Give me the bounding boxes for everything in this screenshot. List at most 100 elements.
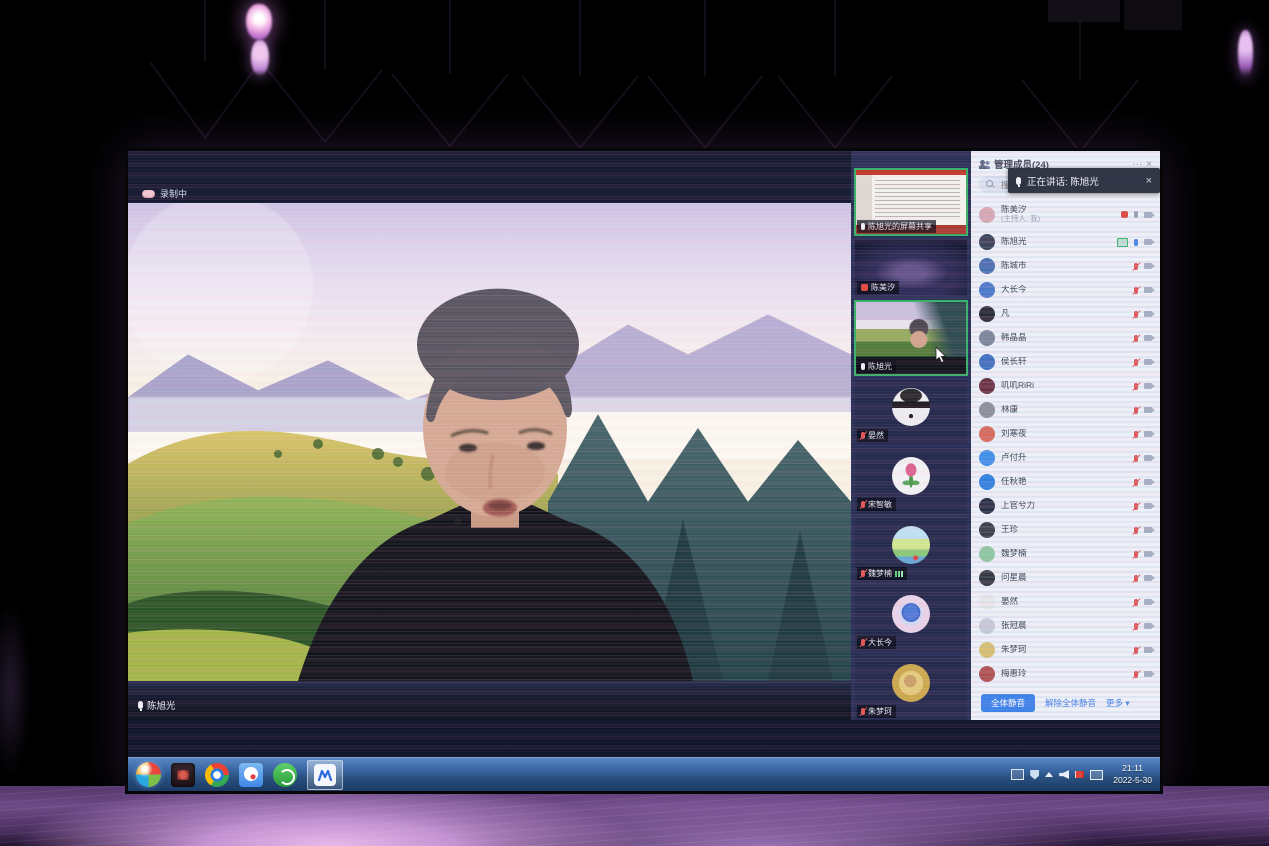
video-thumbnail[interactable]: 朱梦珂 bbox=[855, 656, 967, 720]
thumbnail-label: 陈旭光 bbox=[857, 360, 896, 373]
speaking-toast: 正在讲话: 陈旭光 × bbox=[1008, 168, 1160, 193]
participant-row[interactable]: 韩晶晶 bbox=[979, 326, 1152, 350]
video-thumbnail[interactable]: 晏然 bbox=[855, 380, 967, 444]
participant-avatar bbox=[979, 282, 995, 298]
camera-status-icon bbox=[1144, 527, 1152, 533]
stage-lamp-left-bottom bbox=[251, 40, 269, 76]
mic-status-icon bbox=[1134, 527, 1138, 534]
participant-row[interactable]: 王珍 bbox=[979, 518, 1152, 542]
notification-flag-icon[interactable] bbox=[1075, 771, 1084, 778]
camera-status-icon bbox=[1144, 575, 1152, 581]
close-icon[interactable]: × bbox=[1146, 175, 1152, 187]
chevron-down-icon: ▾ bbox=[1125, 698, 1129, 708]
panel-footer: 全体静音 解除全体静音 更多 ▾ bbox=[971, 688, 1160, 720]
video-thumbnail[interactable]: 大长今 bbox=[855, 587, 967, 651]
participant-row[interactable]: 魏梦楠 bbox=[979, 542, 1152, 566]
participant-name: 魏梦楠 bbox=[868, 568, 892, 579]
mic-status-icon bbox=[861, 570, 865, 577]
video-thumbnail[interactable]: 魏梦楠 bbox=[855, 518, 967, 582]
network-icon[interactable] bbox=[1090, 770, 1103, 780]
participant-name: 陈旭光 bbox=[868, 361, 892, 372]
main-video bbox=[128, 203, 851, 681]
participant-name: 张冠晨 bbox=[1001, 621, 1128, 631]
people-icon bbox=[979, 160, 990, 169]
windows-taskbar: 21:11 2022-5-30 bbox=[128, 757, 1160, 791]
active-speaker-label: 陈旭光 bbox=[138, 698, 176, 712]
show-hidden-icons[interactable] bbox=[1045, 772, 1053, 777]
participant-row[interactable]: 刘寒夜 bbox=[979, 422, 1152, 446]
security-app-icon[interactable] bbox=[273, 763, 297, 787]
participant-row[interactable]: 上官兮力 bbox=[979, 494, 1152, 518]
participant-name: 凡 bbox=[1001, 309, 1128, 319]
participant-avatar bbox=[892, 595, 930, 633]
participant-row[interactable]: 陈城市 bbox=[979, 254, 1152, 278]
video-thumbnail[interactable]: 陈旭光 bbox=[855, 301, 967, 375]
participant-row[interactable]: 朱梦珂 bbox=[979, 638, 1152, 662]
volume-icon[interactable] bbox=[1059, 770, 1069, 779]
mute-all-button[interactable]: 全体静音 bbox=[981, 694, 1035, 712]
participant-name: 宋智敏 bbox=[868, 499, 892, 510]
taskbar-apps bbox=[136, 760, 343, 790]
participant-name: 陈美汐 bbox=[871, 282, 895, 293]
video-thumbnail[interactable]: 陈旭光的屏幕共享 bbox=[855, 169, 967, 235]
participant-name: 刘寒夜 bbox=[1001, 429, 1128, 439]
mic-status-icon bbox=[1134, 647, 1138, 654]
chrome-icon[interactable] bbox=[205, 763, 229, 787]
participant-row[interactable]: 陈美汐 (主持人, 我) bbox=[979, 199, 1152, 230]
mic-status-icon bbox=[1134, 211, 1138, 218]
participant-row[interactable]: 晏然 bbox=[979, 590, 1152, 614]
mic-status-icon bbox=[1134, 335, 1138, 342]
taskbar-clock[interactable]: 21:11 2022-5-30 bbox=[1113, 763, 1152, 785]
mic-status-icon bbox=[1134, 599, 1138, 606]
participant-row[interactable]: 任秋艳 bbox=[979, 470, 1152, 494]
participant-row[interactable]: 陈旭光 bbox=[979, 230, 1152, 254]
participant-name: 叽叽RiRi bbox=[1001, 381, 1128, 391]
camera-status-icon bbox=[1144, 503, 1152, 509]
media-player-icon[interactable] bbox=[171, 763, 195, 787]
participant-row[interactable]: 凡 bbox=[979, 302, 1152, 326]
thumbnail-label: 宋智敏 bbox=[857, 498, 896, 511]
thumbnail-label: 陈旭光的屏幕共享 bbox=[857, 220, 936, 233]
video-thumbnail[interactable]: 宋智敏 bbox=[855, 449, 967, 513]
participant-avatar bbox=[979, 402, 995, 418]
participant-avatar bbox=[979, 330, 995, 346]
tencent-qq-icon[interactable] bbox=[239, 763, 263, 787]
meeting-window: 28* *** *64 录制中 bbox=[125, 148, 1163, 794]
network-signal-icon bbox=[895, 571, 903, 577]
stage-equipment bbox=[1124, 0, 1182, 30]
unmute-all-button[interactable]: 解除全体静音 bbox=[1045, 697, 1096, 709]
screen-share-status-icon bbox=[1121, 211, 1128, 218]
video-thumbnail[interactable]: 陈美汐 bbox=[855, 240, 967, 296]
security-shield-icon[interactable] bbox=[1030, 770, 1039, 780]
thumbnail-label: 陈美汐 bbox=[857, 281, 899, 294]
tencent-meeting-taskbar-button[interactable] bbox=[307, 760, 343, 790]
mic-status-icon bbox=[1134, 671, 1138, 678]
participant-avatar bbox=[979, 378, 995, 394]
screen-share-status-icon bbox=[1117, 238, 1128, 247]
windows-start-icon[interactable] bbox=[136, 762, 161, 787]
mic-status-icon bbox=[1134, 551, 1138, 558]
camera-status-icon bbox=[1144, 479, 1152, 485]
participant-avatar bbox=[979, 474, 995, 490]
participant-name: 大长今 bbox=[868, 637, 892, 648]
search-icon bbox=[986, 180, 995, 189]
mic-status-icon bbox=[1134, 407, 1138, 414]
more-button[interactable]: 更多 ▾ bbox=[1106, 697, 1130, 709]
input-method-icon[interactable] bbox=[1011, 769, 1024, 780]
participant-row[interactable]: 林康 bbox=[979, 398, 1152, 422]
participant-row[interactable]: 侯长轩 bbox=[979, 350, 1152, 374]
participant-row[interactable]: 大长今 bbox=[979, 278, 1152, 302]
participant-row[interactable]: 叽叽RiRi bbox=[979, 374, 1152, 398]
participant-row[interactable]: 卢付升 bbox=[979, 446, 1152, 470]
participant-row[interactable]: 梅惠玲 bbox=[979, 662, 1152, 686]
stage-rigging bbox=[0, 0, 1269, 170]
stage-glow bbox=[0, 600, 30, 780]
participant-row[interactable]: 张冠晨 bbox=[979, 614, 1152, 638]
camera-status-icon bbox=[1144, 239, 1152, 245]
desk-foreground bbox=[128, 681, 851, 720]
mic-status-icon bbox=[1134, 287, 1138, 294]
microphone-icon bbox=[1016, 177, 1021, 185]
participant-name: 林康 bbox=[1001, 405, 1128, 415]
participant-row[interactable]: 问星晨 bbox=[979, 566, 1152, 590]
camera-status-icon bbox=[1144, 599, 1152, 605]
